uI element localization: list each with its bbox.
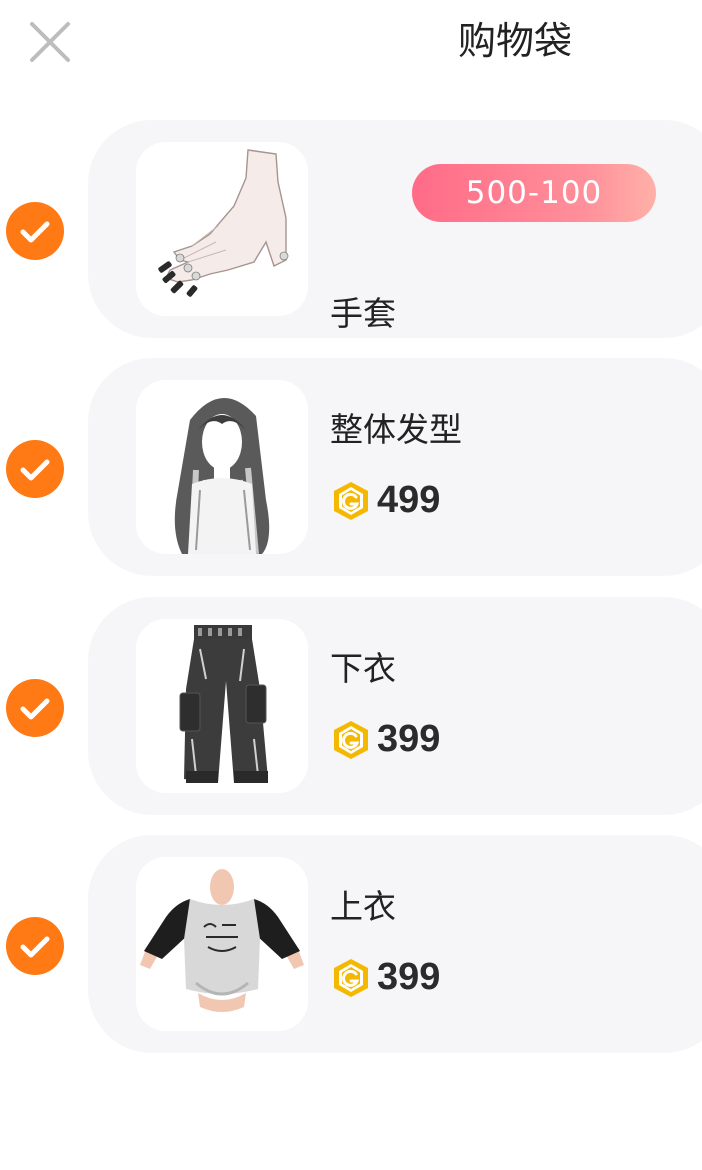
page-title: 购物袋 bbox=[457, 19, 572, 63]
tshirt-icon bbox=[136, 857, 308, 1031]
coin-icon bbox=[330, 480, 372, 522]
select-checkbox[interactable] bbox=[6, 679, 64, 737]
cargo-pants-image[interactable] bbox=[136, 619, 308, 793]
gloves-icon bbox=[136, 142, 308, 316]
item-price: 399 bbox=[377, 956, 441, 998]
cart-item-top[interactable]: 上衣 399 bbox=[0, 835, 702, 1053]
cart-item-pants[interactable]: 下衣 399 bbox=[0, 597, 702, 815]
item-name: 整体发型 bbox=[330, 410, 462, 449]
raglan-tshirt-image[interactable] bbox=[136, 857, 308, 1031]
item-price: 399 bbox=[377, 718, 441, 760]
gloves-image[interactable] bbox=[136, 142, 308, 316]
checkmark-icon bbox=[20, 698, 50, 720]
coin-icon bbox=[330, 719, 372, 761]
item-name: 手套 bbox=[330, 294, 396, 333]
item-name: 上衣 bbox=[330, 887, 396, 926]
hair-icon bbox=[136, 380, 308, 554]
cart-item-gloves[interactable]: 手套 500-100 228 bbox=[0, 120, 702, 405]
item-name: 下衣 bbox=[330, 649, 396, 688]
checkmark-icon bbox=[20, 459, 50, 481]
checkmark-icon bbox=[20, 936, 50, 958]
checkmark-icon bbox=[20, 221, 50, 243]
item-price: 499 bbox=[377, 479, 441, 521]
select-checkbox[interactable] bbox=[6, 202, 64, 260]
cart-item-hairstyle[interactable]: 整体发型 499 bbox=[0, 358, 702, 576]
pants-icon bbox=[136, 619, 308, 793]
promo-badge: 500-100 bbox=[412, 164, 656, 222]
coin-icon bbox=[330, 957, 372, 999]
hairstyle-image[interactable] bbox=[136, 380, 308, 554]
select-checkbox[interactable] bbox=[6, 440, 64, 498]
select-checkbox[interactable] bbox=[6, 917, 64, 975]
